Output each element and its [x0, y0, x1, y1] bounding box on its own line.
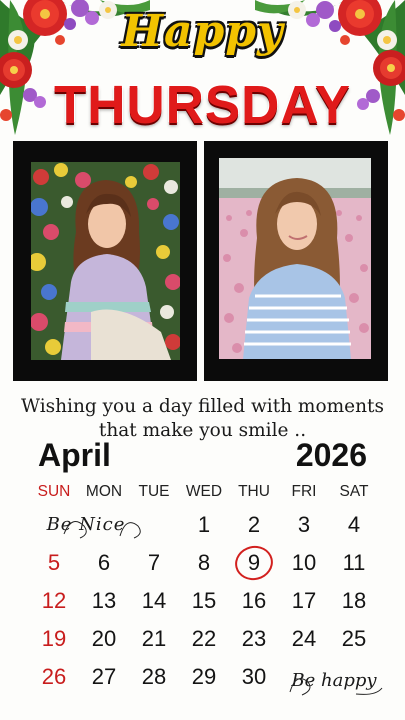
calendar-month: April — [38, 437, 111, 473]
weekday-mon: MON — [85, 483, 123, 500]
calendar-day-number: 6 — [97, 550, 111, 575]
greeting-title: Happy — [121, 6, 284, 57]
calendar-day: 6 — [79, 544, 129, 582]
calendar-day: 3 — [279, 506, 329, 544]
calendar-day: 15 — [179, 582, 229, 620]
calendar-week-row: 12 13 14 15 16 17 18 — [29, 582, 379, 620]
calendar-day: 19 — [29, 620, 79, 658]
be-happy-note: Be happy — [291, 670, 377, 691]
calendar-day-number: 30 — [241, 664, 267, 689]
weekday-sat: SAT — [339, 483, 369, 500]
greeting-card: Happy THURSDAY Wishing you a day filled … — [0, 0, 405, 720]
calendar-day-number: 20 — [91, 626, 117, 651]
calendar-day: 21 — [129, 620, 179, 658]
calendar-day-number: 28 — [141, 664, 167, 689]
photo-frame-left — [13, 141, 197, 381]
calendar-day-number: 19 — [41, 626, 67, 651]
calendar-day-number: 9 — [247, 550, 261, 575]
calendar-day: 9 — [229, 541, 279, 585]
calendar-day-number: 5 — [47, 550, 61, 575]
calendar-day-number: 14 — [141, 588, 167, 613]
calendar-day-number: 24 — [291, 626, 317, 651]
calendar-day-number: 25 — [341, 626, 367, 651]
calendar-day: 2 — [229, 506, 279, 544]
calendar-day-number: 3 — [297, 512, 311, 537]
calendar-day-number: 2 — [247, 512, 261, 537]
calendar-week-row: 5 6 7 8 9 10 11 — [29, 541, 379, 585]
weekday-thu: THU — [238, 483, 270, 500]
calendar-day: 29 — [179, 658, 229, 696]
calendar-day-number: 7 — [147, 550, 161, 575]
calendar-day-number: 29 — [191, 664, 217, 689]
calendar-day: 8 — [179, 544, 229, 582]
calendar-day: 4 — [329, 506, 379, 544]
calendar-day: 16 — [229, 582, 279, 620]
calendar-day-number: 15 — [191, 588, 217, 613]
calendar-day: 11 — [329, 544, 379, 582]
photo-girl-field — [219, 158, 371, 359]
calendar-day: 25 — [329, 620, 379, 658]
calendar-day-number: 23 — [241, 626, 267, 651]
wish-message-line1: Wishing you a day filled with moments — [21, 396, 384, 417]
calendar-year: 2026 — [295, 437, 367, 473]
calendar-day: 26 — [29, 658, 79, 696]
calendar-day: 27 — [79, 658, 129, 696]
calendar-day: 1 — [179, 506, 229, 544]
calendar-day: 28 — [129, 658, 179, 696]
calendar-day: 22 — [179, 620, 229, 658]
be-nice-note: Be Nice — [46, 514, 126, 535]
calendar-day-number: 4 — [347, 512, 361, 537]
calendar-day-number: 12 — [41, 588, 67, 613]
weekday-sun: SUN — [37, 483, 71, 500]
photo-girl-flowers — [31, 162, 180, 360]
calendar-day: 5 — [29, 544, 79, 582]
calendar-day: 23 — [229, 620, 279, 658]
calendar-day-number: 13 — [91, 588, 117, 613]
calendar-week-row: 19 20 21 22 23 24 25 — [29, 620, 379, 658]
calendar-day: 17 — [279, 582, 329, 620]
calendar-day-number: 26 — [41, 664, 67, 689]
weekday-fri: FRI — [291, 483, 317, 500]
calendar-day: 10 — [279, 544, 329, 582]
calendar-day-number: 27 — [91, 664, 117, 689]
calendar-day: 20 — [79, 620, 129, 658]
calendar-day: 7 — [129, 544, 179, 582]
weekday-title: THURSDAY — [53, 75, 352, 135]
weekday-wed: WED — [185, 483, 223, 500]
calendar-weekday-header: SUN MON TUE WED THU FRI SAT — [29, 483, 379, 503]
calendar-day-number: 18 — [341, 588, 367, 613]
calendar-empty-cell — [129, 506, 179, 544]
weekday-tue: TUE — [138, 483, 170, 500]
calendar-day-number: 22 — [191, 626, 217, 651]
calendar-day-number: 16 — [241, 588, 267, 613]
calendar-day: 12 — [29, 582, 79, 620]
wish-message: Wishing you a day filled with moments th… — [0, 395, 405, 443]
calendar-day-number: 1 — [197, 512, 211, 537]
calendar-day: 24 — [279, 620, 329, 658]
calendar-day-number: 10 — [291, 550, 317, 575]
calendar-day-number: 11 — [342, 550, 366, 575]
photo-frame-right — [204, 141, 388, 381]
calendar-day: 13 — [79, 582, 129, 620]
calendar-day-number: 17 — [291, 588, 317, 613]
calendar-day: 14 — [129, 582, 179, 620]
calendar-day: 18 — [329, 582, 379, 620]
calendar-day-number: 21 — [141, 626, 167, 651]
calendar-day-number: 8 — [197, 550, 211, 575]
calendar-day: 30 — [229, 658, 279, 696]
